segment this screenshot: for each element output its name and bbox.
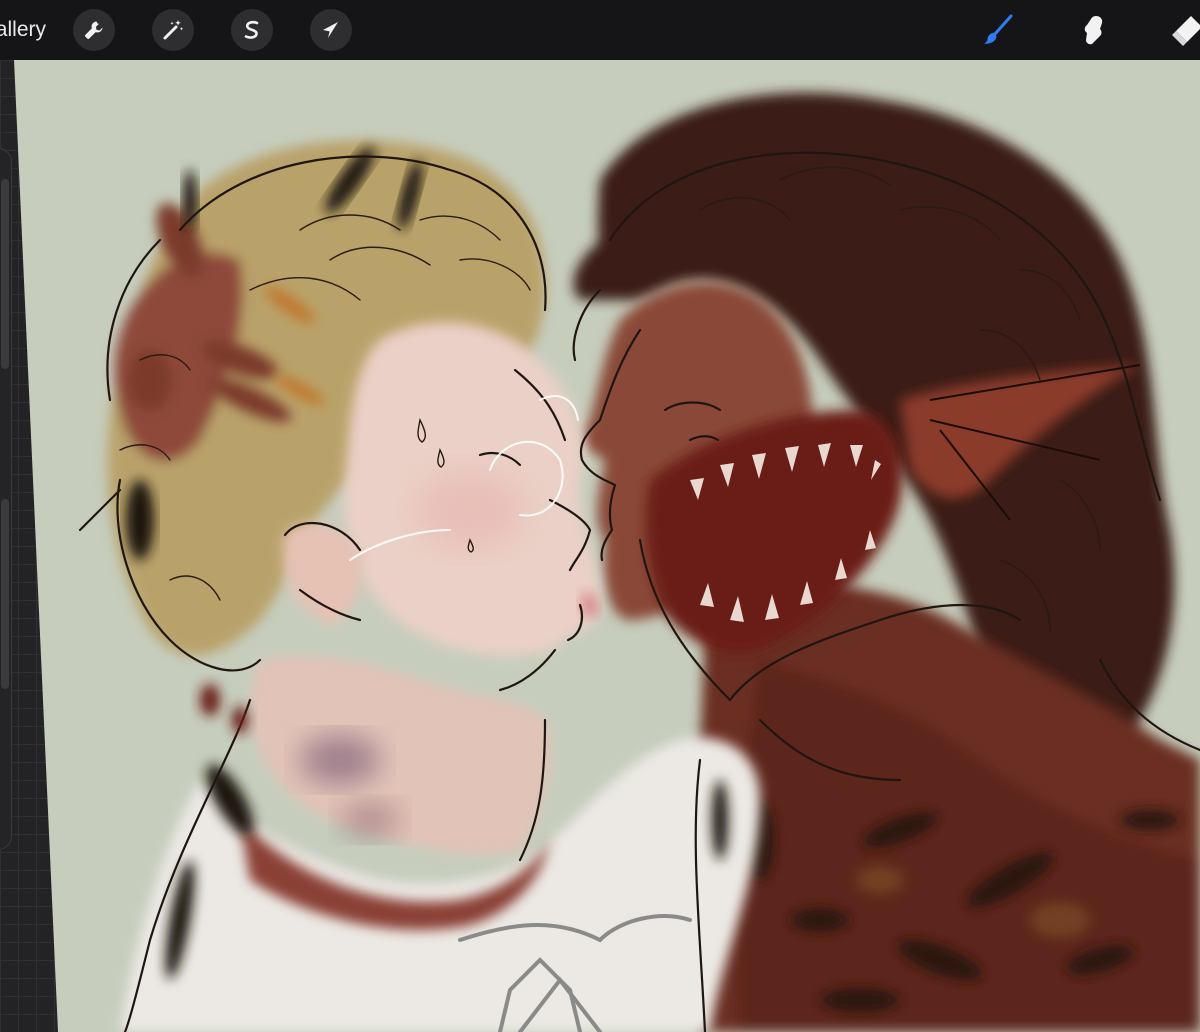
actions-button[interactable]	[73, 9, 115, 51]
smudge-icon	[1084, 16, 1103, 45]
brush-size-slider[interactable]	[1, 179, 9, 369]
arrow-cursor-icon	[323, 22, 338, 38]
canvas-area[interactable]	[0, 60, 1200, 1032]
gallery-label: Gallery	[0, 18, 46, 41]
magic-wand-icon	[163, 20, 184, 40]
gallery-button[interactable]: Gallery	[0, 16, 60, 44]
wrench-icon	[85, 21, 103, 39]
adjustments-button[interactable]	[152, 9, 194, 51]
selection-s-icon	[244, 20, 259, 39]
artwork-illustration	[14, 60, 1200, 1032]
brush-button[interactable]	[978, 10, 1018, 50]
eraser-button[interactable]	[1166, 10, 1200, 50]
procreate-app: Gallery	[0, 0, 1200, 1032]
eraser-icon	[1172, 16, 1200, 46]
brush-icon	[984, 14, 1013, 44]
transform-button[interactable]	[310, 9, 352, 51]
selection-button[interactable]	[231, 9, 273, 51]
smudge-button[interactable]	[1073, 10, 1113, 50]
opacity-slider[interactable]	[1, 499, 9, 689]
artwork-canvas[interactable]	[0, 60, 1200, 1032]
left-sidebar[interactable]	[0, 148, 12, 850]
top-toolbar: Gallery	[0, 0, 1200, 61]
